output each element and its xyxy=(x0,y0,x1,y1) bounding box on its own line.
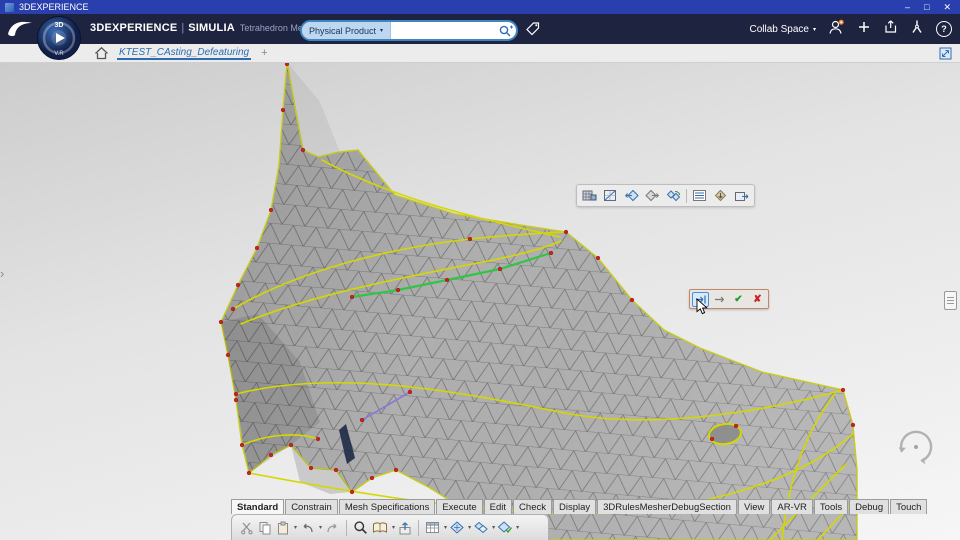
caret-down-icon[interactable]: ▾ xyxy=(392,524,395,531)
app-icon xyxy=(5,2,14,12)
tab-display[interactable]: Display xyxy=(552,499,597,514)
left-panel-flyout[interactable]: › xyxy=(0,267,4,280)
3d-viewport[interactable]: ✔ ✘ › Standard Constrain Mesh Specificat… xyxy=(0,62,960,540)
mouse-cursor xyxy=(696,297,709,321)
tab-ar-vr[interactable]: AR-VR xyxy=(771,499,813,514)
mesh-context-toolbar xyxy=(576,184,755,207)
mesh-prev-icon[interactable] xyxy=(622,187,641,204)
cut-icon[interactable] xyxy=(239,518,255,538)
ok-button[interactable]: ✔ xyxy=(730,292,747,307)
redo-icon[interactable] xyxy=(324,518,341,538)
minimize-button[interactable]: – xyxy=(905,2,910,12)
mesh-transfer-icon[interactable] xyxy=(711,187,730,204)
app-brand: 3DEXPERIENCE | SIMULIA Tetrahedron Mesher xyxy=(90,22,321,34)
brand-app: SIMULIA xyxy=(188,22,235,34)
main-toolbar: 3D V.R 3DEXPERIENCE | SIMULIA Tetrahedron M… xyxy=(0,14,960,60)
action-bar-toolbar: ▾ ▾ ▾ ▾ ▾ ▾ ▾ xyxy=(231,514,549,540)
mesh-model[interactable] xyxy=(0,62,960,540)
cancel-button[interactable]: ✘ xyxy=(749,292,766,307)
tab-standard[interactable]: Standard xyxy=(231,499,285,514)
action-bar-tabs: Standard Constrain Mesh Specifications E… xyxy=(231,499,928,514)
close-button[interactable]: ✕ xyxy=(943,2,951,13)
copy-icon[interactable] xyxy=(257,518,273,538)
tab-check[interactable]: Check xyxy=(513,499,552,514)
new-tab-button[interactable]: + xyxy=(261,47,267,59)
zoom-icon[interactable] xyxy=(352,518,369,538)
brand-platform: 3DEXPERIENCE xyxy=(90,22,178,34)
tab-view[interactable]: View xyxy=(737,499,771,514)
tab-touch[interactable]: Touch xyxy=(890,499,928,514)
tab-tools[interactable]: Tools xyxy=(813,499,849,514)
caret-down-icon[interactable]: ▾ xyxy=(468,524,471,531)
chevron-down-icon: ▾ xyxy=(812,26,816,33)
home-icon[interactable] xyxy=(94,46,109,60)
maximize-button[interactable]: □ xyxy=(924,2,929,12)
caret-down-icon: ▾ xyxy=(380,28,384,34)
document-tab[interactable]: KTEST_CAsting_Defeaturing xyxy=(117,46,252,60)
tab-debug[interactable]: Debug xyxy=(849,499,890,514)
collab-space-dropdown[interactable]: Collab Space ▾ xyxy=(750,24,817,35)
tab-execute[interactable]: Execute xyxy=(436,499,483,514)
mesh-quality-icon[interactable] xyxy=(497,518,513,538)
mesh-export-icon[interactable] xyxy=(732,187,751,204)
svg-text:V.R: V.R xyxy=(54,51,64,57)
global-search: Physical Product ▾ xyxy=(300,20,518,41)
search-icon[interactable] xyxy=(494,22,516,39)
help-icon[interactable]: ? xyxy=(936,21,952,37)
tab-constrain[interactable]: Constrain xyxy=(285,499,338,514)
right-panel-toggle[interactable] xyxy=(944,291,957,310)
mesh-group-icon[interactable] xyxy=(473,518,489,538)
application-window: 3DEXPERIENCE – □ ✕ 3D V.R 3DEXPERIENCE | S… xyxy=(0,0,960,540)
mesh-next-icon[interactable] xyxy=(643,187,662,204)
caret-down-icon[interactable]: ▾ xyxy=(516,524,519,531)
tools-icon[interactable] xyxy=(910,19,924,39)
dassault-logo-icon xyxy=(7,19,33,44)
tag-icon[interactable] xyxy=(525,21,541,41)
search-scope-dropdown[interactable]: Physical Product ▾ xyxy=(302,22,392,39)
caret-down-icon[interactable]: ▾ xyxy=(444,524,447,531)
toolbar-separator xyxy=(346,519,348,536)
mesh-list-icon[interactable] xyxy=(690,187,709,204)
svg-text:3D: 3D xyxy=(55,22,64,29)
window-title: 3DEXPERIENCE xyxy=(19,2,89,12)
add-content-icon[interactable] xyxy=(857,20,871,39)
skip-forward-button[interactable] xyxy=(711,292,728,307)
toolbar-separator xyxy=(686,188,687,203)
caret-down-icon[interactable]: ▾ xyxy=(319,524,322,531)
user-profile-icon[interactable] xyxy=(828,19,845,40)
share-icon[interactable] xyxy=(883,19,898,39)
paste-icon[interactable] xyxy=(275,518,291,538)
publish-icon[interactable] xyxy=(397,518,413,538)
table-icon[interactable] xyxy=(424,518,441,538)
mesh-capture-icon[interactable] xyxy=(580,187,599,204)
tab-edit[interactable]: Edit xyxy=(483,499,513,514)
toolbar-separator xyxy=(418,519,420,536)
caret-down-icon[interactable]: ▾ xyxy=(492,524,495,531)
search-input[interactable] xyxy=(391,22,494,39)
tab-3drulesmesherdebugsection[interactable]: 3DRulesMesherDebugSection xyxy=(597,499,737,514)
caret-down-icon[interactable]: ▾ xyxy=(294,524,297,531)
tab-mesh-specifications[interactable]: Mesh Specifications xyxy=(338,499,436,514)
undo-icon[interactable] xyxy=(299,518,316,538)
document-tab-bar: KTEST_CAsting_Defeaturing + xyxy=(0,44,960,63)
catalog-icon[interactable] xyxy=(371,518,389,538)
mesh-split-icon[interactable] xyxy=(601,187,620,204)
3d-compass-icon[interactable]: 3D V.R xyxy=(36,15,82,66)
expand-view-icon[interactable] xyxy=(939,47,952,65)
title-bar: 3DEXPERIENCE – □ ✕ xyxy=(0,0,960,14)
mesh-part-icon[interactable] xyxy=(449,518,465,538)
view-rotation-widget[interactable] xyxy=(894,425,938,474)
mesh-update-icon[interactable] xyxy=(664,187,683,204)
